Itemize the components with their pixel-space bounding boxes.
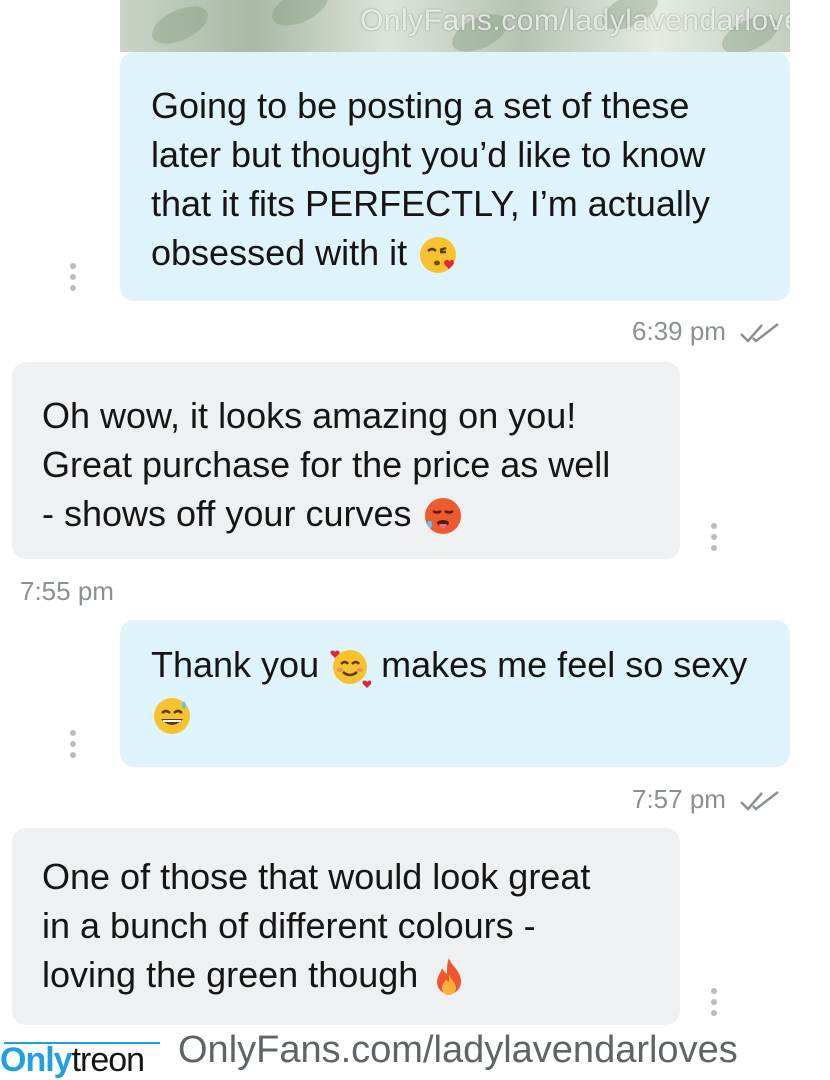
message-bubble-incoming[interactable]: Oh wow, it looks amazing on you! Great p… bbox=[12, 362, 680, 559]
message-timestamp: 7:55 pm bbox=[20, 576, 114, 606]
photo-watermark: OnlyFans.com/ladylavendarloves bbox=[360, 4, 790, 37]
smiling-hearts-emoji-icon bbox=[330, 650, 372, 689]
onlytreon-logo: Onlytreon bbox=[0, 1041, 145, 1079]
message-timestamp: 6:39 pm bbox=[632, 316, 785, 347]
fire-emoji-icon bbox=[437, 958, 462, 996]
message-bubble-outgoing[interactable]: Thank you makes me feel so sexy bbox=[120, 620, 790, 767]
footer-url: OnlyFans.com/ladylavendarloves bbox=[178, 1029, 738, 1071]
hot-face-emoji-icon bbox=[424, 498, 461, 535]
message-text: Thank you bbox=[151, 644, 320, 685]
message-bubble-outgoing[interactable]: Going to be posting a set of these later… bbox=[120, 52, 790, 301]
message-options-icon[interactable] bbox=[69, 263, 77, 291]
kissing-heart-emoji-icon bbox=[420, 237, 457, 274]
message-text: One of those that would look great in a … bbox=[42, 856, 591, 995]
message-bubble-incoming[interactable]: One of those that would look great in a … bbox=[12, 828, 680, 1025]
double-check-read-icon bbox=[740, 791, 779, 811]
message-options-icon[interactable] bbox=[69, 730, 77, 758]
message-text: makes me feel so sexy bbox=[381, 644, 748, 685]
message-options-icon[interactable] bbox=[710, 523, 718, 551]
message-options-icon[interactable] bbox=[710, 988, 718, 1016]
footer-watermark: Onlytreon OnlyFans.com/ladylavendarloves bbox=[0, 1027, 830, 1080]
attached-photo[interactable]: OnlyFans.com/ladylavendarloves bbox=[120, 0, 790, 52]
message-timestamp: 7:57 pm bbox=[632, 784, 785, 815]
double-check-read-icon bbox=[740, 323, 779, 343]
sweat-smile-emoji-icon bbox=[154, 698, 190, 735]
message-text: Oh wow, it looks amazing on you! Great p… bbox=[42, 395, 611, 534]
